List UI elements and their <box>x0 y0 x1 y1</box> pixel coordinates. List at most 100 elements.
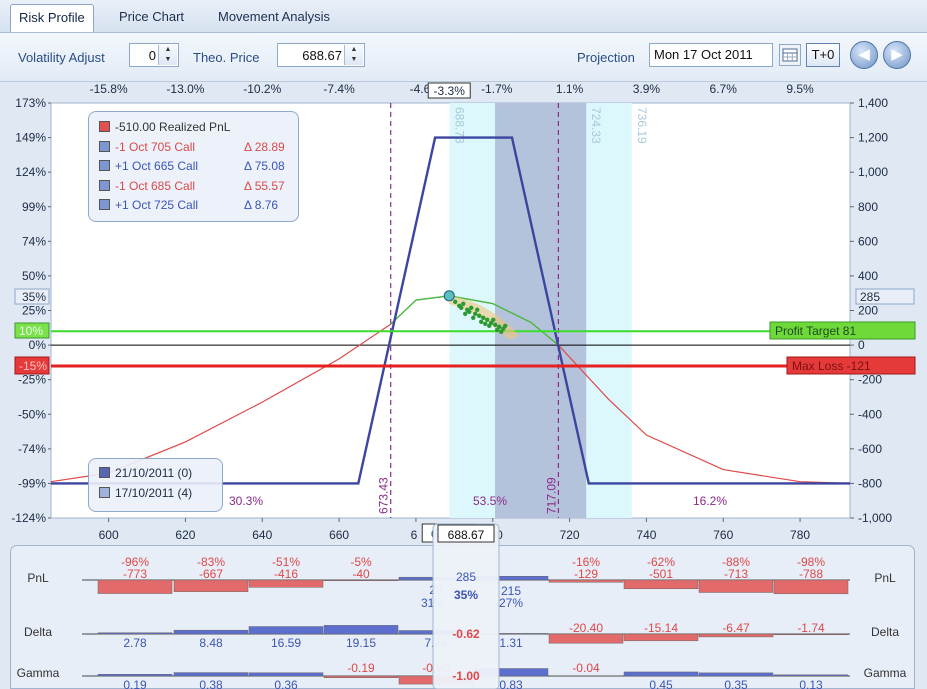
left-pct-tick: -74% <box>18 442 46 456</box>
right-current-pnl-label: 285 <box>860 290 880 304</box>
current-price-label: 688.67 <box>431 527 468 541</box>
right-pnl-tick: -400 <box>858 407 882 421</box>
right-pnl-tick: 600 <box>858 234 878 248</box>
projection-dot <box>475 307 480 313</box>
projection-dot <box>471 315 476 321</box>
calendar-icon <box>782 48 798 62</box>
sd-band-inner <box>495 103 587 518</box>
legend-swatch <box>99 160 110 171</box>
top-pct-tick: -15.8% <box>90 82 128 96</box>
region-probability-label: 53.5% <box>473 494 507 508</box>
date-legend-row[interactable]: 21/10/2011 (0) <box>99 466 222 486</box>
profit-target-pct-label: 10% <box>19 324 43 338</box>
max-loss-pct-label: -15% <box>19 359 47 373</box>
t0-button[interactable]: T+0 <box>806 43 840 67</box>
top-pct-tick: -7.4% <box>323 82 355 96</box>
back-button[interactable]: ◀ <box>850 41 878 69</box>
chevron-down-icon[interactable]: ▼ <box>345 55 363 65</box>
top-pct-tick: -13.0% <box>166 82 204 96</box>
right-pnl-tick: -200 <box>858 373 882 387</box>
x-price-tick: 640 <box>252 528 272 542</box>
sd-label: 724.33 <box>589 107 603 144</box>
toolbar: Volatility Adjust 0 ▲ ▼ Theo. Price 688.… <box>0 33 927 82</box>
tab-price-chart[interactable]: Price Chart <box>111 4 192 30</box>
legend-row-leg[interactable]: -1 Oct 685 Call Δ 55.57 <box>99 179 298 199</box>
legend-swatch <box>99 140 110 152</box>
forward-button[interactable]: ▶ <box>883 41 911 69</box>
legend-label: -510.00 Realized PnL <box>115 120 231 134</box>
right-pnl-tick: 1,200 <box>858 131 888 145</box>
top-pct-tick: 1.1% <box>556 82 584 96</box>
x-price-tick: 740 <box>636 528 656 542</box>
date-legend-row[interactable]: 17/10/2011 (4) <box>99 486 222 506</box>
sd-label: 736.19 <box>635 107 649 144</box>
x-price-tick: 600 <box>99 528 119 542</box>
arrow-right-icon: ▶ <box>891 46 903 63</box>
left-pct-tick: 124% <box>15 165 46 179</box>
projection-dot <box>459 305 464 311</box>
projection-dot <box>453 299 458 305</box>
top-pct-tick: -1.7% <box>481 82 513 96</box>
legend-row-realized: -510.00 Realized PnL <box>99 120 298 140</box>
legend-swatch <box>99 467 110 478</box>
chevron-up-icon[interactable]: ▲ <box>159 45 177 55</box>
projection-dot <box>487 323 492 329</box>
left-pct-tick: 74% <box>22 234 46 248</box>
projection-label: Projection <box>577 50 635 65</box>
profit-target-label: Profit Target 81 <box>775 324 856 338</box>
legend-row-leg[interactable]: +1 Oct 665 Call Δ 75.08 <box>99 159 298 179</box>
date-legend-label: 21/10/2011 (0) <box>115 466 193 480</box>
volatility-adjust-input[interactable]: 0 ▲ ▼ <box>129 43 179 67</box>
current-position-marker[interactable] <box>443 290 455 302</box>
right-pnl-tick: -1,000 <box>858 511 892 525</box>
legend-delta: Δ 28.89 <box>244 139 285 154</box>
volatility-spinner[interactable]: ▲ ▼ <box>158 45 177 65</box>
projection-date-input[interactable]: Mon 17 Oct 2011 <box>649 43 773 67</box>
legend-swatch <box>99 121 110 132</box>
projection-dot <box>477 313 482 319</box>
legend-swatch <box>99 486 110 498</box>
top-pct-tick: 9.5% <box>786 82 814 96</box>
projection-dot <box>503 323 508 329</box>
chevron-down-icon[interactable]: ▼ <box>159 55 177 65</box>
left-pct-tick: 99% <box>22 200 46 214</box>
legend-row-leg[interactable]: +1 Oct 725 Call Δ 8.76 <box>99 198 298 218</box>
right-pnl-tick: 1,400 <box>858 96 888 110</box>
projection-dot <box>473 311 478 317</box>
tab-risk-profile[interactable]: Risk Profile <box>10 4 94 32</box>
left-pct-tick: -50% <box>18 407 46 421</box>
legend-swatch <box>99 179 110 191</box>
right-pnl-tick: -800 <box>858 476 882 490</box>
top-pct-tick: -10.2% <box>243 82 281 96</box>
projection-dot <box>469 305 474 311</box>
tab-bar: Risk Profile Price Chart Movement Analys… <box>0 0 927 33</box>
left-pct-tick: -25% <box>18 373 46 387</box>
chevron-up-icon[interactable]: ▲ <box>345 45 363 55</box>
legend-row-leg[interactable]: -1 Oct 705 Call Δ 28.89 <box>99 140 298 160</box>
projection-dot <box>483 321 488 327</box>
projection-dot <box>479 319 484 325</box>
left-pct-tick: 50% <box>22 269 46 283</box>
theo-price-input[interactable]: 688.67 ▲ ▼ <box>277 43 365 67</box>
theo-price-label: Theo. Price <box>193 50 260 65</box>
projection-dot <box>467 309 472 315</box>
right-pnl-tick: -600 <box>858 442 882 456</box>
x-price-tick: 620 <box>175 528 195 542</box>
date-legend-label: 17/10/2011 (4) <box>115 485 193 500</box>
legend-label: +1 Oct 665 Call <box>115 159 199 173</box>
theo-price-spinner[interactable]: ▲ ▼ <box>344 45 363 65</box>
projection-dot <box>481 315 486 321</box>
projection-dot <box>461 301 466 307</box>
breakeven-label: 717.09 <box>544 477 558 514</box>
legend-swatch <box>99 199 110 210</box>
left-current-pct-label: 35% <box>22 290 46 304</box>
position-legend: -510.00 Realized PnL -1 Oct 705 Call Δ 28… <box>88 111 299 222</box>
projection-dot <box>495 327 500 333</box>
calendar-button[interactable] <box>779 44 801 66</box>
legend-label: +1 Oct 725 Call <box>115 198 199 212</box>
right-pnl-tick: 1,000 <box>858 165 888 179</box>
volatility-adjust-label: Volatility Adjust <box>18 50 105 65</box>
x-price-tick: 760 <box>713 528 733 542</box>
tab-movement-analysis[interactable]: Movement Analysis <box>210 4 338 30</box>
x-price-tick: 780 <box>790 528 810 542</box>
